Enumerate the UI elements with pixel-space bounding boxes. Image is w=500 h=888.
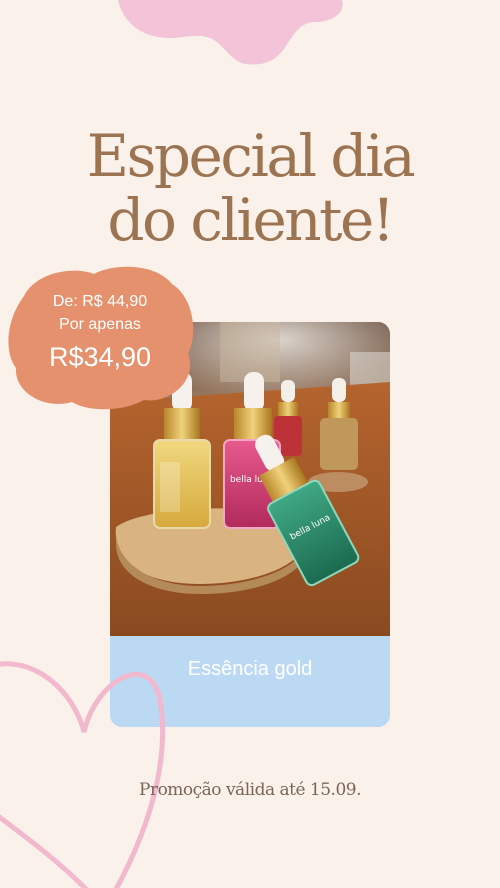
title-line-2: do cliente!: [107, 186, 395, 254]
price-badge-text: De: R$ 44,90 Por apenas R$34,90: [4, 290, 196, 376]
price-prefix: Por apenas: [59, 316, 141, 333]
page-title: Especial dia do cliente!: [0, 124, 500, 252]
heart-outline-decoration: [0, 661, 165, 888]
top-pink-blob-decoration: [118, 0, 343, 65]
sale-price: R$34,90: [48, 342, 152, 372]
title-line-1: Especial dia: [86, 122, 416, 190]
promotion-validity-text: Promoção válida até 15.09.: [139, 780, 362, 800]
original-price: De: R$ 44,90: [52, 293, 148, 310]
